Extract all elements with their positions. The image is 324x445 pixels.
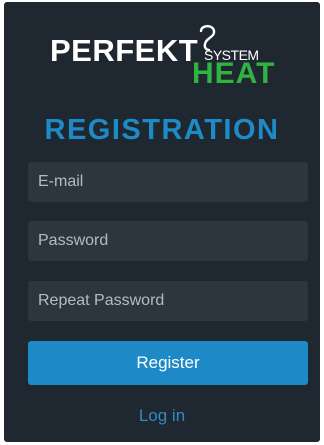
email-field[interactable] (28, 162, 308, 202)
register-button[interactable]: Register (28, 341, 308, 385)
page-title: REGISTRATION (44, 114, 280, 146)
password-field[interactable] (28, 221, 308, 261)
perfekt-system-heat-logo: PERFEKT SYSTEM HEAT (4, 2, 320, 102)
logo-perfekt-text: PERFEKT (50, 33, 199, 68)
repeat-password-field[interactable] (28, 281, 308, 321)
login-link[interactable]: Log in (4, 407, 320, 424)
registration-panel: PERFEKT SYSTEM HEAT REGISTRATION Registe… (4, 2, 320, 442)
logo-heat-text: HEAT (192, 57, 276, 90)
